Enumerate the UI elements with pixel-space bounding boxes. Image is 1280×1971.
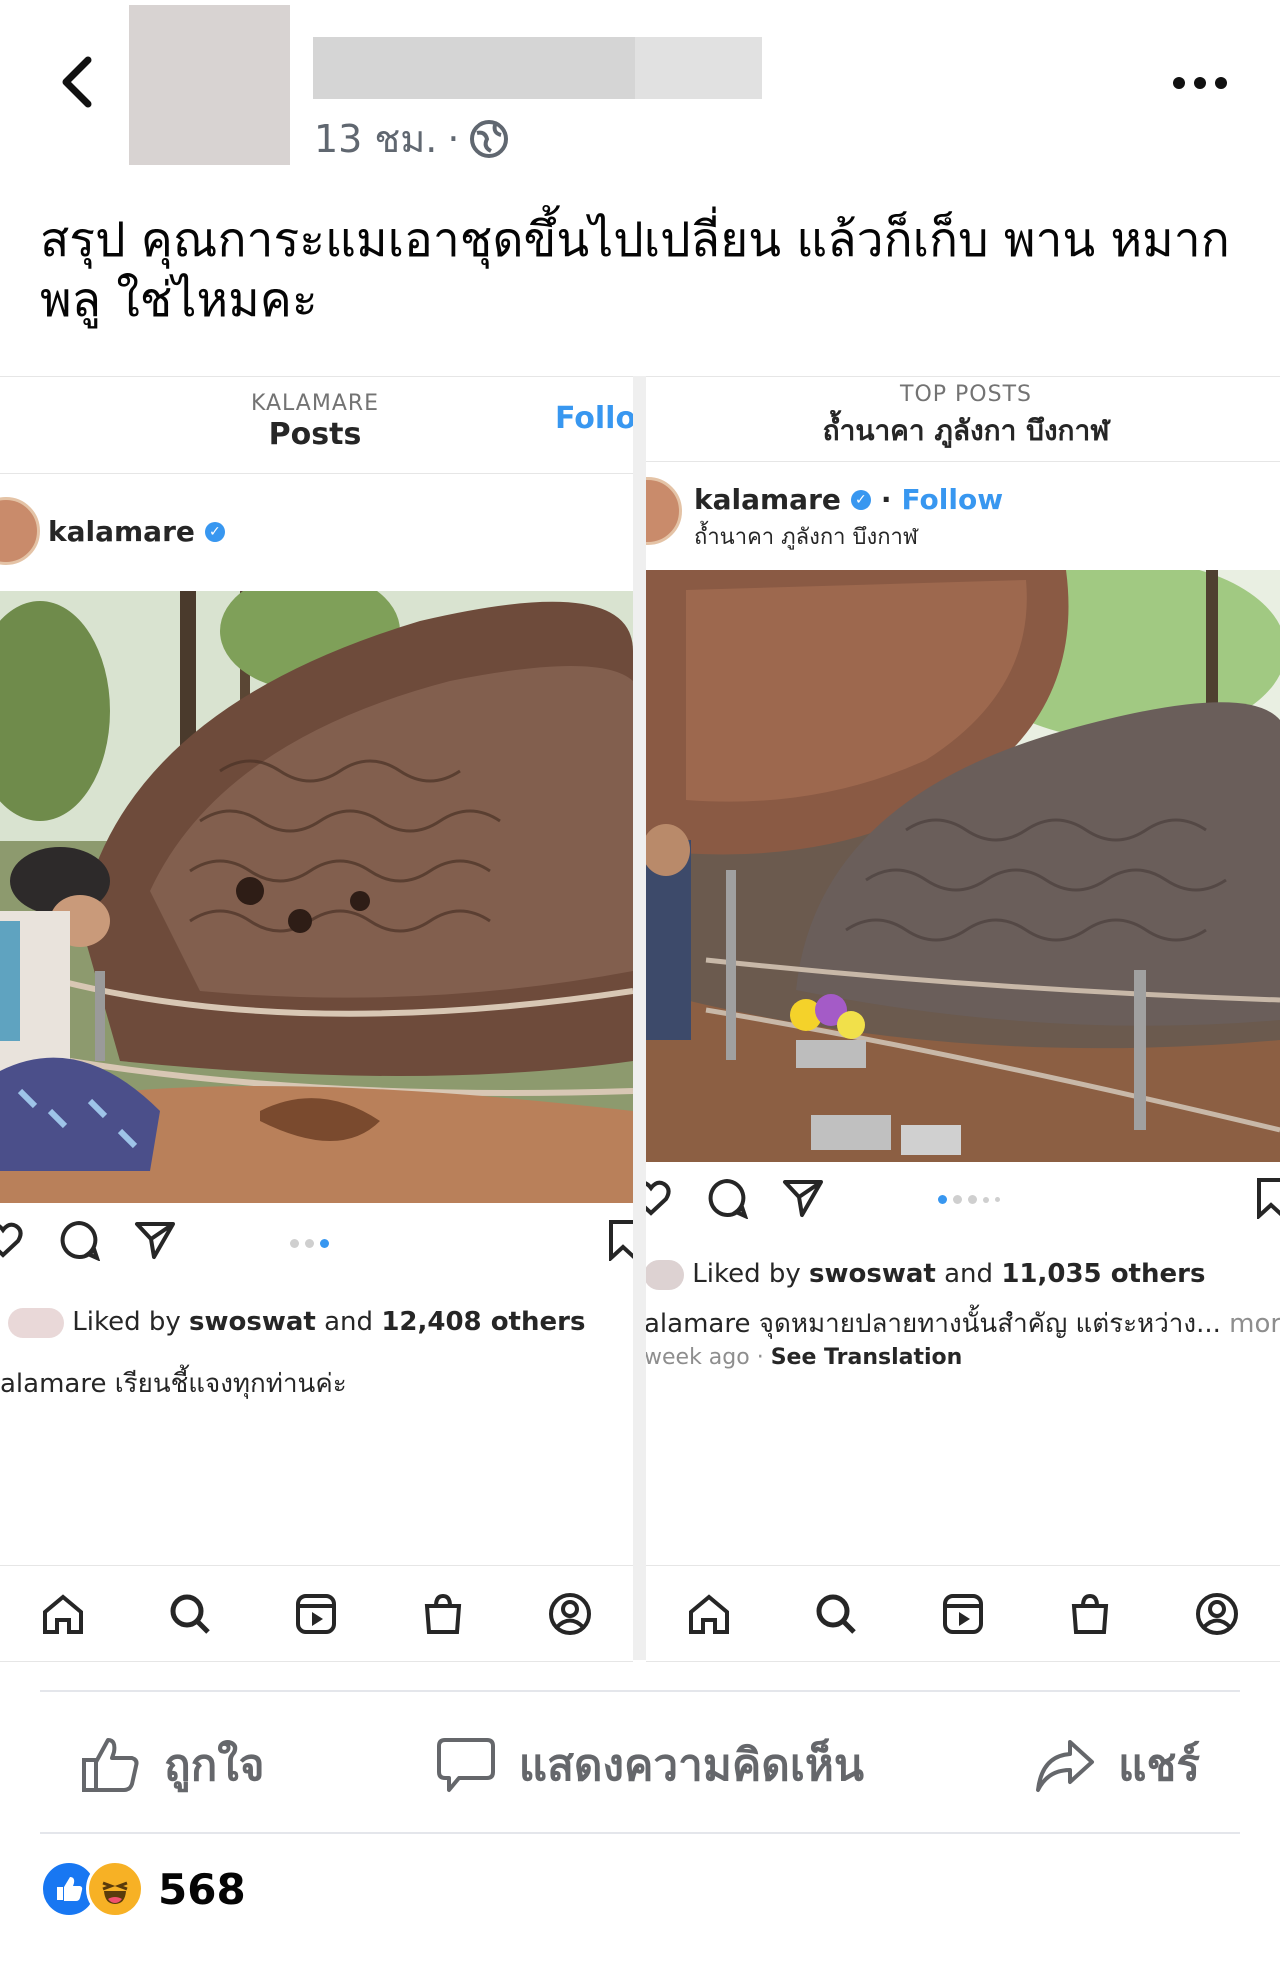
bookmark-icon[interactable] (1256, 1177, 1280, 1219)
share-icon[interactable] (134, 1219, 176, 1261)
post-actions (646, 1177, 824, 1219)
divider-top (40, 1690, 1240, 1692)
username-row: kalamare ✓ · Follow (694, 483, 1004, 516)
user-avatar[interactable] (0, 497, 40, 565)
home-icon[interactable] (41, 1592, 85, 1636)
liker-avatars (646, 1259, 684, 1290)
reels-icon[interactable] (941, 1592, 985, 1636)
search-icon[interactable] (168, 1592, 212, 1636)
likes-line[interactable]: Liked by swoswat and 12,408 others (8, 1307, 585, 1338)
screenshot-divider (633, 376, 646, 1660)
post-time-line: week ago · See Translation (646, 1345, 963, 1370)
search-icon[interactable] (814, 1592, 858, 1636)
haha-reaction-icon (86, 1860, 144, 1918)
post-caption-line: alamare จุดหมายปลายทางนั้นสำคัญ แต่ระหว่… (646, 1303, 1280, 1344)
user-avatar[interactable] (646, 477, 682, 545)
profile-handle-label: KALAMARE (250, 391, 380, 416)
poster-name-redacted-end (635, 37, 762, 99)
reaction-summary[interactable]: 568 (40, 1860, 246, 1918)
post-caption: สรุป คุณการะแมเอาชุดขึ้นไปเปลี่ยน แล้วก็… (40, 212, 1230, 328)
share-button[interactable]: แชร์ (1034, 1730, 1200, 1800)
location-title: ถ้ำนาคา ภูลังกา บึงกาฬ (822, 414, 1110, 447)
post-timestamp[interactable]: 13 ชม. (314, 108, 437, 169)
poster-avatar[interactable] (129, 5, 290, 165)
right-instagram-screenshot: TOP POSTS ถ้ำนาคา ภูลังกา บึงกาฬ kalamar… (646, 376, 1280, 1662)
heart-icon[interactable] (0, 1219, 24, 1261)
verified-badge-icon: ✓ (850, 489, 871, 510)
post-photo[interactable] (646, 570, 1280, 1162)
post-caption-text: alamare จุดหมายปลายทางนั้นสำคัญ แต่ระหว่… (646, 1309, 1221, 1339)
follow-button[interactable]: Follow (902, 483, 1004, 516)
see-translation-link[interactable]: See Translation (771, 1345, 963, 1370)
posts-title: Posts (268, 417, 362, 452)
thumbs-up-icon (82, 1738, 139, 1792)
back-arrow-icon[interactable] (50, 52, 110, 112)
bookmark-icon[interactable] (608, 1219, 633, 1261)
follow-button[interactable]: Follo (555, 401, 633, 436)
divider-bottom (40, 1832, 1240, 1834)
heart-icon[interactable] (646, 1177, 672, 1219)
username-row[interactable]: kalamare ✓ (48, 515, 225, 548)
reels-icon[interactable] (294, 1592, 338, 1636)
reaction-count: 568 (158, 1864, 246, 1914)
poster-name-redacted[interactable] (313, 37, 635, 99)
post-actions (0, 1219, 176, 1261)
username[interactable]: kalamare (694, 483, 841, 516)
share-arrow-icon (1036, 1740, 1095, 1792)
share-icon[interactable] (782, 1177, 824, 1219)
post-meta: 13 ชม. · (314, 108, 509, 169)
shop-icon[interactable] (421, 1592, 465, 1636)
username[interactable]: kalamare (48, 515, 195, 548)
post-time: week ago (646, 1345, 750, 1370)
verified-badge-icon: ✓ (204, 521, 225, 542)
likes-line[interactable]: Liked by swoswat and 11,035 others (646, 1259, 1205, 1290)
comment-icon[interactable] (58, 1219, 100, 1261)
top-posts-label: TOP POSTS (900, 382, 1032, 407)
comment-button[interactable]: แสดงความคิดเห็น (435, 1730, 864, 1800)
globe-icon (470, 119, 509, 158)
more-options-icon[interactable] (1170, 68, 1230, 98)
like-button[interactable]: ถูกใจ (80, 1730, 265, 1800)
location-link[interactable]: ถ้ำนาคา ภูลังกา บึงกาฬ (694, 519, 918, 554)
post-caption-text: alamare เรียนชี้แจงทุกท่านค่ะ (0, 1369, 347, 1399)
liker-avatars (8, 1307, 64, 1338)
post-photo[interactable] (0, 591, 633, 1203)
home-icon[interactable] (687, 1592, 731, 1636)
shop-icon[interactable] (1068, 1592, 1112, 1636)
bottom-tab-bar (0, 1565, 633, 1661)
carousel-indicator (938, 1195, 1000, 1204)
profile-icon[interactable] (1195, 1592, 1239, 1636)
post-action-bar: ถูกใจ แสดงความคิดเห็น แชร์ (40, 1700, 1240, 1830)
bottom-tab-bar (646, 1565, 1280, 1661)
speech-bubble-icon (436, 1738, 495, 1792)
profile-icon[interactable] (548, 1592, 592, 1636)
left-instagram-screenshot: KALAMARE Posts Follo kalamare ✓ Liked by… (0, 376, 633, 1662)
more-link[interactable]: more (1221, 1309, 1280, 1339)
comment-icon[interactable] (706, 1177, 748, 1219)
carousel-indicator (290, 1239, 329, 1248)
